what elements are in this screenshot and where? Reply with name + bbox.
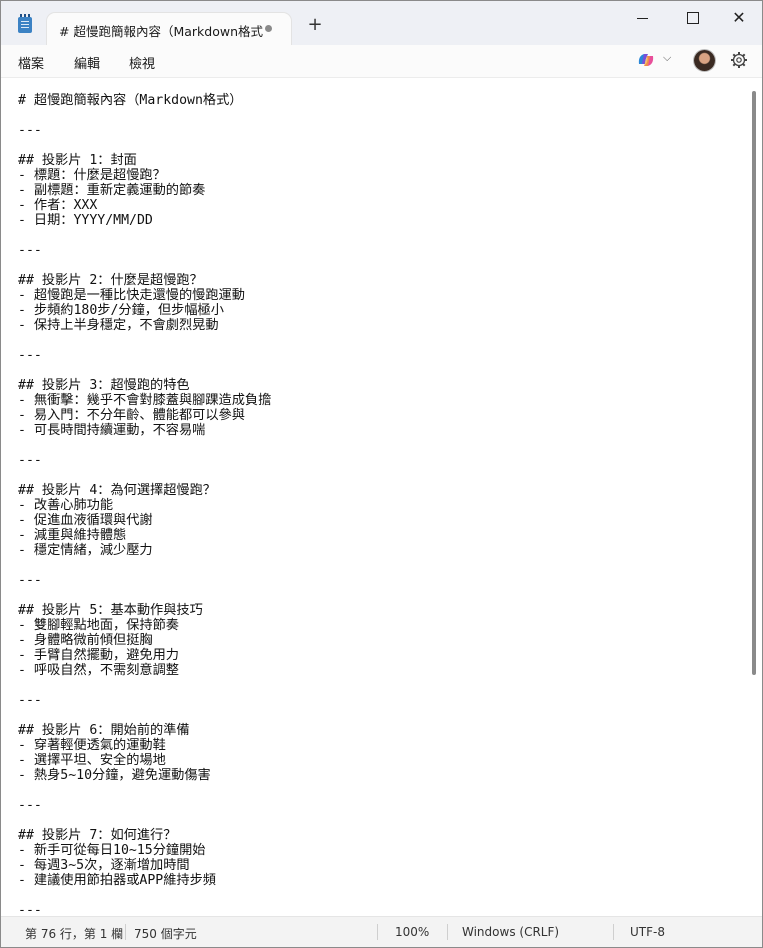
status-divider — [377, 924, 378, 940]
status-bar: 第 76 行，第 1 欄 750 個字元 100% Windows (CRLF)… — [1, 916, 762, 947]
editor-line[interactable]: - 身體略微前傾但挺胸 — [18, 633, 153, 648]
editor-line[interactable]: - 易入門：不分年齡、體能都可以參與 — [18, 408, 245, 423]
plus-icon[interactable]: + — [305, 15, 325, 35]
notepad-icon — [18, 14, 32, 33]
gear-icon[interactable] — [730, 51, 748, 69]
editor-line[interactable]: ## 投影片 3：超慢跑的特色 — [18, 378, 190, 393]
editor-line[interactable]: - 手臂自然擺動，避免用力 — [18, 648, 179, 663]
unsaved-dot-icon[interactable] — [265, 25, 272, 32]
editor-line[interactable]: ## 投影片 1：封面 — [18, 153, 137, 168]
editor-line[interactable]: - 日期：YYYY/MM/DD — [18, 213, 153, 228]
editor-line[interactable]: --- — [18, 573, 42, 588]
editor-line[interactable]: - 雙腳輕點地面，保持節奏 — [18, 618, 179, 633]
editor-line[interactable]: --- — [18, 903, 42, 916]
editor-line[interactable]: - 保持上半身穩定，不會劇烈晃動 — [18, 318, 219, 333]
editor-line[interactable]: - 改善心肺功能 — [18, 498, 113, 513]
editor-line[interactable]: --- — [18, 453, 42, 468]
menu-edit[interactable]: 編輯 — [74, 53, 100, 72]
menu-view[interactable]: 檢視 — [129, 53, 155, 72]
tab-document[interactable]: # 超慢跑簡報內容（Markdown格式 — [47, 13, 291, 45]
encoding[interactable]: UTF-8 — [630, 925, 665, 939]
editor-line[interactable]: ## 投影片 4：為何選擇超慢跑？ — [18, 483, 216, 498]
editor-line[interactable]: - 減重與維持體態 — [18, 528, 126, 543]
editor-line[interactable]: - 熱身5~10分鐘，避免運動傷害 — [18, 768, 211, 783]
editor-line[interactable]: - 促進血液循環與代謝 — [18, 513, 153, 528]
maximize-icon — [687, 12, 699, 24]
editor-line[interactable]: --- — [18, 693, 42, 708]
zoom-level[interactable]: 100% — [395, 925, 429, 939]
close-button[interactable]: ✕ — [724, 7, 754, 29]
editor-line[interactable]: - 超慢跑是一種比快走還慢的慢跑運動 — [18, 288, 245, 303]
editor-line[interactable]: ## 投影片 5：基本動作與技巧 — [18, 603, 203, 618]
editor-line[interactable]: - 每週3~5次，逐漸增加時間 — [18, 858, 190, 873]
status-divider — [613, 924, 614, 940]
copilot-icon[interactable] — [637, 52, 655, 68]
text-editor[interactable]: # 超慢跑簡報內容（Markdown格式） --- ## 投影片 1：封面 - 標題：… — [1, 78, 749, 916]
character-count: 750 個字元 — [134, 927, 197, 941]
line-ending[interactable]: Windows (CRLF) — [462, 925, 559, 939]
chevron-down-icon[interactable]: ⌵ — [663, 51, 671, 65]
editor-line[interactable]: --- — [18, 798, 42, 813]
editor-line[interactable]: - 新手可從每日10~15分鐘開始 — [18, 843, 205, 858]
editor-line[interactable]: - 穩定情緒，減少壓力 — [18, 543, 153, 558]
editor-line[interactable]: --- — [18, 348, 42, 363]
editor-line[interactable]: ## 投影片 6：開始前的準備 — [18, 723, 190, 738]
minimize-button[interactable] — [628, 7, 658, 29]
editor-line[interactable]: --- — [18, 243, 42, 258]
editor-line[interactable]: - 作者：XXX — [18, 198, 97, 213]
editor-line[interactable]: - 選擇平坦、安全的場地 — [18, 753, 166, 768]
avatar[interactable] — [694, 50, 715, 71]
editor-line[interactable]: - 建議使用節拍器或APP維持步頻 — [18, 873, 216, 888]
editor-line[interactable]: ## 投影片 2：什麼是超慢跑？ — [18, 273, 203, 288]
editor-line[interactable]: --- — [18, 123, 42, 138]
maximize-button[interactable] — [678, 7, 708, 29]
editor-line[interactable]: - 穿著輕便透氣的運動鞋 — [18, 738, 166, 753]
menu-bar: 檔案 編輯 檢視 ⌵ — [1, 45, 762, 78]
editor-line[interactable]: - 可長時間持續運動，不容易喘 — [18, 423, 205, 438]
editor-line[interactable]: - 無衝擊：幾乎不會對膝蓋與腳踝造成負擔 — [18, 393, 271, 408]
editor-line[interactable]: - 呼吸自然，不需刻意調整 — [18, 663, 179, 678]
editor-line[interactable]: - 標題：什麼是超慢跑？ — [18, 168, 166, 183]
minimize-icon — [637, 18, 648, 19]
close-icon: ✕ — [732, 8, 746, 27]
vertical-scrollbar[interactable] — [752, 91, 756, 675]
menu-file[interactable]: 檔案 — [18, 53, 44, 72]
editor-line[interactable]: ## 投影片 7：如何進行？ — [18, 828, 176, 843]
editor-line[interactable]: # 超慢跑簡報內容（Markdown格式） — [18, 93, 242, 108]
title-bar: # 超慢跑簡報內容（Markdown格式 + ✕ — [1, 1, 762, 45]
cursor-position: 第 76 行，第 1 欄 — [25, 927, 124, 941]
tab-title: # 超慢跑簡報內容（Markdown格式 — [59, 24, 263, 39]
status-divider — [447, 924, 448, 940]
status-divider — [125, 924, 126, 940]
editor-line[interactable]: - 步頻約180步/分鐘，但步幅極小 — [18, 303, 224, 318]
editor-line[interactable]: - 副標題：重新定義運動的節奏 — [18, 183, 205, 198]
notepad-window: # 超慢跑簡報內容（Markdown格式 + ✕ 檔案 編輯 檢視 ⌵ # 超慢… — [0, 0, 763, 948]
